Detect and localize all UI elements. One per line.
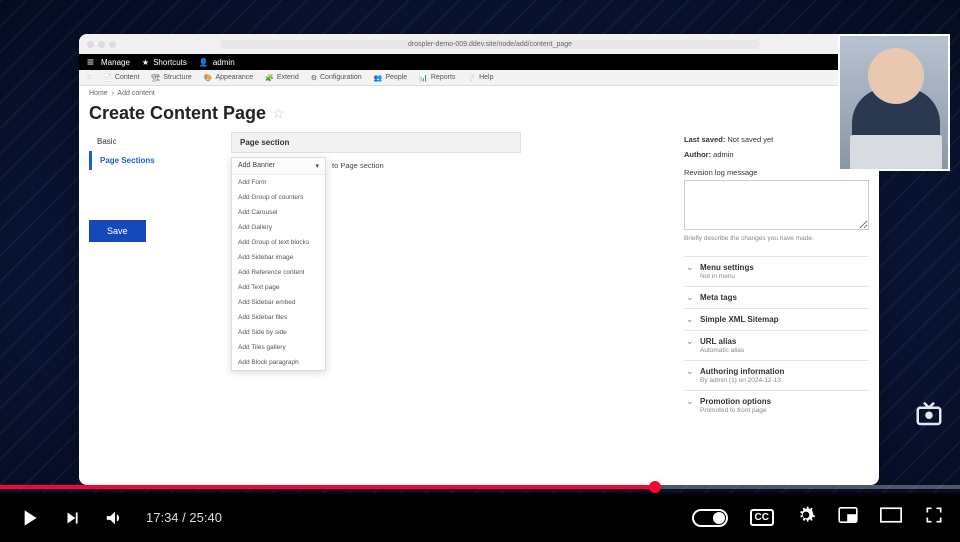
dropdown-option[interactable]: Add Form <box>232 175 325 190</box>
accordion-item[interactable]: Promotion optionsPromoted to front page <box>684 390 869 420</box>
accordion-subtitle: Not in menu <box>700 273 865 280</box>
add-banner-button[interactable]: Add Banner ▾ <box>232 158 325 175</box>
video-controls: 17:34 / 25:40 CC <box>0 493 960 542</box>
accordion-title: URL alias <box>700 337 865 346</box>
dropdown-option[interactable]: Add Reference content <box>232 265 325 280</box>
menu-reports[interactable]: 📊 Reports <box>419 74 455 82</box>
window-max-icon[interactable] <box>109 41 116 48</box>
menu-content[interactable]: 📄 Content <box>103 74 139 82</box>
revision-log-input[interactable] <box>684 180 869 230</box>
meta-sidebar: Last saved: Not saved yet Author: admin … <box>684 132 869 420</box>
progress-scrubber[interactable] <box>649 481 661 493</box>
hamburger-icon <box>87 55 97 69</box>
dropdown-option[interactable]: Add Text page <box>232 280 325 295</box>
accordion-item[interactable]: Authoring informationBy admin (1) on 202… <box>684 360 869 390</box>
menu-help[interactable]: ❔ Help <box>467 74 493 82</box>
accordion-title: Meta tags <box>700 293 865 302</box>
presenter-webcam <box>838 34 950 171</box>
browser-url[interactable]: drospler-demo-009.ddev.site/node/add/con… <box>220 40 760 49</box>
drupal-toolbar: Manage ★ Shortcuts 👤 admin <box>79 54 879 70</box>
page-header: Create Content Page ☆ <box>79 101 879 132</box>
accordion-item[interactable]: URL aliasAutomatic alias <box>684 330 869 360</box>
fullscreen-button[interactable] <box>924 505 944 530</box>
vertical-tabs: Basic Page Sections Save <box>89 132 219 420</box>
page-title: Create Content Page <box>89 103 266 124</box>
dropdown-option[interactable]: Add Side by side <box>232 325 325 340</box>
vtab-page-sections[interactable]: Page Sections <box>89 151 219 170</box>
captions-button[interactable]: CC <box>750 509 774 526</box>
drupal-logo-icon[interactable]: ◌ <box>87 74 91 81</box>
dropdown-menu: Add FormAdd Group of countersAdd Carouse… <box>232 175 325 370</box>
play-button[interactable] <box>16 505 42 531</box>
dropdown-option[interactable]: Add Carousel <box>232 205 325 220</box>
add-component-dropdown: Add Banner ▾ Add FormAdd Group of counte… <box>231 157 326 371</box>
miniplayer-button[interactable] <box>838 507 858 528</box>
menu-configuration[interactable]: ⚙ Configuration <box>311 74 362 82</box>
dropdown-option[interactable]: Add Tiles gallery <box>232 340 325 355</box>
accordion-subtitle: By admin (1) on 2024-12-13 <box>700 377 865 384</box>
video-progress-fill <box>0 485 655 489</box>
accordion-subtitle: Automatic alias <box>700 347 865 354</box>
page-section-header: Page section <box>231 132 521 153</box>
video-progress-bar[interactable] <box>0 485 960 489</box>
breadcrumb-home[interactable]: Home <box>89 90 108 97</box>
video-viewport: drospler-demo-009.ddev.site/node/add/con… <box>0 0 960 489</box>
meta-accordion: Menu settingsNot in menu Meta tags Simple … <box>684 256 869 420</box>
browser-window: drospler-demo-009.ddev.site/node/add/con… <box>79 34 879 485</box>
time-display: 17:34 / 25:40 <box>146 510 222 525</box>
menu-people[interactable]: 👥 People <box>374 74 408 82</box>
dropdown-option[interactable]: Add Block paragraph <box>232 355 325 370</box>
admin-user-link[interactable]: 👤 admin <box>199 58 235 67</box>
dropdown-option[interactable]: Add Group of text blocks <box>232 235 325 250</box>
settings-button[interactable] <box>796 505 816 530</box>
dropdown-option[interactable]: Add Sidebar embed <box>232 295 325 310</box>
volume-button[interactable] <box>104 507 126 529</box>
menu-appearance[interactable]: 🎨 Appearance <box>204 74 253 82</box>
menu-extend[interactable]: 🧩 Extend <box>265 74 299 82</box>
dropdown-option[interactable]: Add Sidebar files <box>232 310 325 325</box>
next-button[interactable] <box>62 507 84 529</box>
accordion-subtitle: Promoted to front page <box>700 407 865 414</box>
add-context-label: to Page section <box>326 157 390 174</box>
shortcuts-link[interactable]: ★ Shortcuts <box>142 58 187 67</box>
accordion-title: Simple XML Sitemap <box>700 315 865 324</box>
window-close-icon[interactable] <box>87 41 94 48</box>
accordion-item[interactable]: Simple XML Sitemap <box>684 308 869 330</box>
autoplay-toggle[interactable] <box>692 509 728 527</box>
manage-toggle[interactable]: Manage <box>87 55 130 69</box>
theater-button[interactable] <box>880 507 902 528</box>
breadcrumb: Home › Add content <box>79 86 879 101</box>
browser-toolbar: drospler-demo-009.ddev.site/node/add/con… <box>79 34 879 54</box>
revision-hint: Briefly describe the changes you have ma… <box>684 235 869 242</box>
channel-watermark-icon <box>914 399 944 429</box>
dropdown-option[interactable]: Add Gallery <box>232 220 325 235</box>
vtab-basic[interactable]: Basic <box>89 132 219 151</box>
accordion-title: Authoring information <box>700 367 865 376</box>
dropdown-option[interactable]: Add Sidebar image <box>232 250 325 265</box>
accordion-title: Promotion options <box>700 397 865 406</box>
window-min-icon[interactable] <box>98 41 105 48</box>
breadcrumb-add[interactable]: Add content <box>117 90 154 97</box>
accordion-title: Menu settings <box>700 263 865 272</box>
page-section-panel: Page section Add Banner ▾ Add FormAdd Gr… <box>231 132 521 420</box>
favorite-star-icon[interactable]: ☆ <box>272 105 285 122</box>
save-button[interactable]: Save <box>89 220 146 242</box>
dropdown-option[interactable]: Add Group of counters <box>232 190 325 205</box>
accordion-item[interactable]: Menu settingsNot in menu <box>684 256 869 286</box>
chevron-down-icon: ▾ <box>315 162 319 170</box>
drupal-admin-menu: ◌ 📄 Content 🏗 Structure 🎨 Appearance 🧩 E… <box>79 70 879 86</box>
accordion-item[interactable]: Meta tags <box>684 286 869 308</box>
menu-structure[interactable]: 🏗 Structure <box>151 74 191 82</box>
